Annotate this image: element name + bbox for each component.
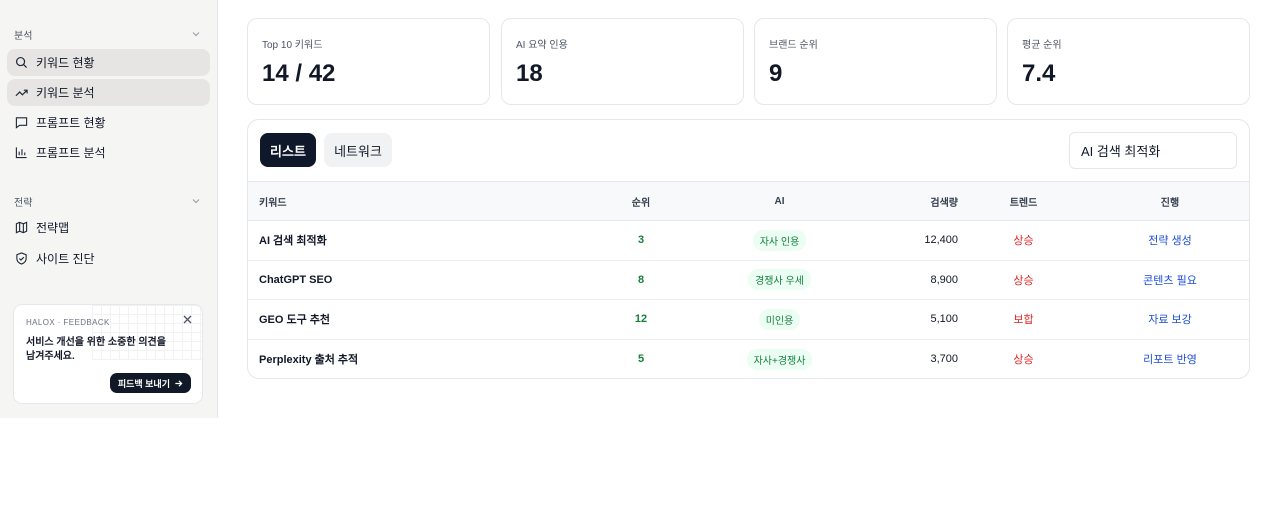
bar-chart-icon (15, 146, 28, 159)
column-header-trend[interactable]: 트렌드 (958, 181, 1089, 221)
shield-check-icon (15, 252, 28, 265)
column-header-volume[interactable]: 검색량 (865, 181, 958, 221)
tab-network[interactable]: 네트워크 (324, 133, 392, 167)
tab-list[interactable]: 리스트 (260, 133, 316, 167)
send-feedback-label: 피드백 보내기 (117, 378, 170, 389)
stat-card-avg-rank: 평균 순위 7.4 (1007, 18, 1250, 105)
map-icon (15, 221, 28, 234)
stat-label: 브랜드 순위 (769, 40, 818, 51)
table-row[interactable]: ChatGPT SEO 8 경쟁사 우세 8,900 상승 콘텐츠 필요 (248, 260, 1249, 300)
feedback-card: HALOX · FEEDBACK 서비스 개선을 위한 소중한 의견을 남겨주세… (13, 304, 203, 404)
search-icon (15, 56, 28, 69)
sidebar-item-prompt-analysis[interactable]: 프롬프트 분석 (7, 139, 210, 166)
column-header-rank[interactable]: 순위 (588, 181, 694, 221)
cell-ai: 자사+경쟁사 (694, 339, 865, 378)
ai-status-badge: 자사+경쟁사 (746, 348, 813, 370)
cell-ai: 경쟁사 우세 (694, 260, 865, 300)
cell-trend: 상승 (958, 220, 1089, 261)
stat-value: 14 / 42 (262, 60, 336, 87)
sidebar-item-strategy-map[interactable]: 전략맵 (7, 214, 210, 241)
sidebar-item-site-diagnosis[interactable]: 사이트 진단 (7, 245, 210, 272)
column-header-ai[interactable]: AI (694, 181, 865, 221)
sidebar-item-prompt-status[interactable]: 프롬프트 현황 (7, 109, 210, 136)
chat-icon (15, 116, 28, 129)
close-icon[interactable] (182, 314, 193, 325)
cell-ai: 미인용 (694, 299, 865, 340)
sidebar-item-label: 전략맵 (36, 221, 70, 235)
cell-trend: 상승 (1013, 354, 1034, 366)
chevron-down-icon (192, 32, 200, 37)
section-header-strategy[interactable]: 전략 (14, 193, 201, 209)
stat-label: Top 10 키워드 (262, 40, 323, 51)
cell-rank: 3 (588, 220, 694, 261)
sidebar-item-label: 프롬프트 현황 (36, 116, 106, 130)
section-header-analysis[interactable]: 분석 (14, 26, 201, 42)
cell-keyword: ChatGPT SEO (248, 260, 588, 300)
stat-card-brand-rank: 브랜드 순위 9 (754, 18, 997, 105)
cell-keyword: GEO 도구 추천 (248, 299, 588, 340)
progress-link[interactable]: 전략 생성 (1089, 220, 1249, 261)
chevron-down-icon (192, 199, 200, 204)
cell-volume: 3,700 (930, 353, 958, 365)
stat-card-ai-summary: AI 요약 인용 18 (501, 18, 744, 105)
cell-rank: 8 (588, 260, 694, 300)
sidebar: 분석 키워드 현황 키워드 분석 프롬프트 현황 프롬프트 분석 전략 전략맵 … (0, 0, 218, 418)
stat-label: 평균 순위 (1022, 40, 1062, 51)
cell-ai: 자사 인용 (694, 220, 865, 261)
ai-status-badge: 미인용 (758, 308, 801, 330)
table-header-row: 키워드 순위 AI 검색량 트렌드 진행 (248, 181, 1249, 221)
cell-trend: 보합 (958, 299, 1089, 340)
sidebar-item-label: 사이트 진단 (36, 252, 95, 266)
cell-volume: 12,400 (865, 220, 958, 261)
sidebar-item-keyword-status[interactable]: 키워드 현황 (7, 49, 210, 76)
send-feedback-button[interactable]: 피드백 보내기 (109, 373, 191, 393)
stat-card-top10: Top 10 키워드 14 / 42 (247, 18, 490, 105)
column-header-keyword[interactable]: 키워드 (248, 181, 588, 221)
section-title: 분석 (14, 30, 33, 42)
trending-up-icon (15, 86, 28, 99)
arrow-right-icon (175, 379, 183, 387)
search-input[interactable]: AI 검색 최적화 (1069, 132, 1237, 169)
stat-value: 9 (769, 60, 783, 87)
progress-link[interactable]: 리포트 반영 (1089, 339, 1249, 378)
keyword-panel: 리스트 네트워크 AI 검색 최적화 키워드 순위 AI 검색량 트렌드 진행 … (247, 119, 1250, 379)
sidebar-item-label: 프롬프트 분석 (36, 146, 106, 160)
section-title: 전략 (14, 197, 33, 209)
progress-link[interactable]: 콘텐츠 필요 (1089, 260, 1249, 300)
table-row[interactable]: AI 검색 최적화 3 자사 인용 12,400 상승 전략 생성 (248, 220, 1249, 261)
stat-value: 7.4 (1022, 60, 1056, 87)
sidebar-item-label: 키워드 분석 (36, 86, 95, 100)
stat-value: 18 (516, 60, 543, 87)
table-row[interactable]: GEO 도구 추천 12 미인용 5,100 보합 자료 보강 (248, 299, 1249, 340)
cell-trend: 상승 (958, 260, 1089, 300)
cell-volume: 8,900 (865, 260, 958, 300)
ai-status-badge: 경쟁사 우세 (748, 269, 811, 291)
cell-keyword: AI 검색 최적화 (248, 220, 588, 261)
cell-rank: 12 (588, 299, 694, 340)
feedback-text: 서비스 개선을 위한 소중한 의견을 남겨주세요. (26, 337, 166, 362)
sidebar-item-label: 키워드 현황 (36, 56, 95, 70)
column-header-progress[interactable]: 진행 (1089, 181, 1249, 221)
ai-status-badge: 자사 인용 (752, 229, 807, 251)
cell-rank: 5 (637, 353, 645, 365)
progress-link[interactable]: 자료 보강 (1089, 299, 1249, 340)
stat-label: AI 요약 인용 (516, 40, 568, 51)
cell-volume: 5,100 (865, 299, 958, 340)
cell-keyword: Perplexity 출처 추적 (259, 354, 359, 366)
feedback-title: HALOX · FEEDBACK (26, 318, 110, 327)
sidebar-item-keyword-analysis[interactable]: 키워드 분석 (7, 79, 210, 106)
keyword-table: 키워드 순위 AI 검색량 트렌드 진행 AI 검색 최적화 3 자사 인용 1… (248, 181, 1249, 378)
table-row[interactable]: Perplexity 출처 추적 5 자사+경쟁사 3,700 상승 리포트 반… (248, 339, 1249, 378)
